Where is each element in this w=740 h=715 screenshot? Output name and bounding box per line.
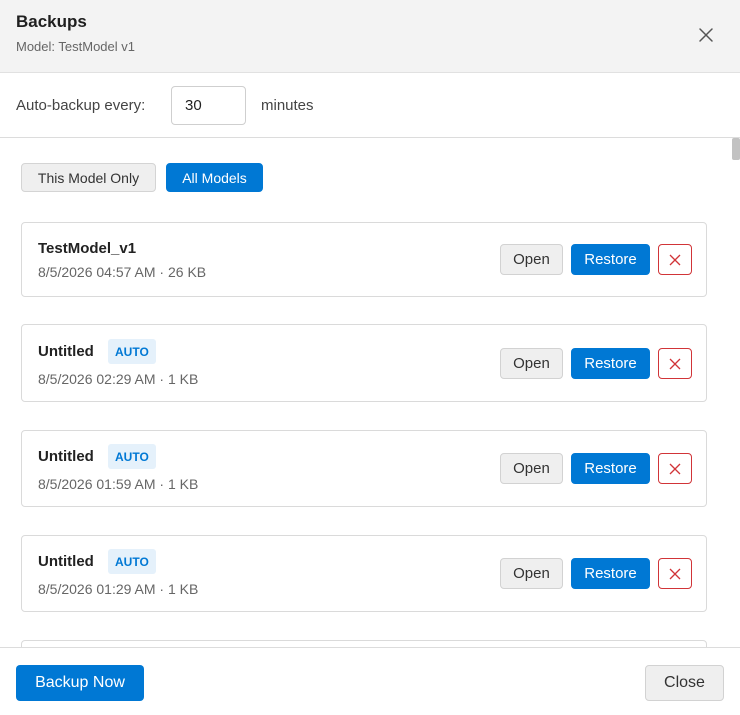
auto-badge: AUTO — [108, 444, 156, 469]
auto-backup-label: Auto-backup every: — [16, 97, 146, 114]
backup-card: Untitled AUTO 8/5/2026 01:29 AM · 1 KB O… — [21, 535, 707, 612]
open-button[interactable]: Open — [500, 348, 563, 379]
auto-backup-interval-input[interactable] — [171, 86, 246, 125]
open-button[interactable]: Open — [500, 558, 563, 589]
restore-button[interactable]: Restore — [571, 348, 650, 379]
delete-x-icon — [669, 463, 681, 474]
restore-button[interactable]: Restore — [571, 244, 650, 275]
delete-x-icon — [669, 254, 681, 265]
delete-button[interactable] — [658, 558, 692, 589]
backup-meta: 8/5/2026 04:57 AM · 26 KB — [38, 264, 207, 280]
backup-name: Untitled — [38, 553, 94, 570]
backup-card-partial — [21, 640, 707, 647]
delete-button[interactable] — [658, 453, 692, 484]
filter-this-model-button[interactable]: This Model Only — [21, 163, 156, 192]
backup-card: TestModel_v1 8/5/2026 04:57 AM · 26 KB O… — [21, 222, 707, 297]
backup-name: Untitled — [38, 448, 94, 465]
delete-button[interactable] — [658, 244, 692, 275]
restore-button[interactable]: Restore — [571, 453, 650, 484]
backup-name: TestModel_v1 — [38, 240, 137, 257]
delete-x-icon — [669, 568, 681, 579]
scrollbar-thumb[interactable] — [732, 138, 740, 160]
delete-x-icon — [669, 358, 681, 369]
dialog-header: Backups Model: TestModel v1 — [0, 0, 740, 73]
backup-card: Untitled AUTO 8/5/2026 01:59 AM · 1 KB O… — [21, 430, 707, 507]
close-icon[interactable] — [693, 22, 719, 48]
backup-meta: 8/5/2026 01:29 AM · 1 KB — [38, 581, 199, 597]
open-button[interactable]: Open — [500, 244, 563, 275]
auto-backup-unit: minutes — [261, 97, 314, 114]
close-button[interactable]: Close — [645, 665, 724, 701]
dialog-footer: Backup Now Close — [0, 647, 740, 715]
open-button[interactable]: Open — [500, 453, 563, 484]
restore-button[interactable]: Restore — [571, 558, 650, 589]
backup-card: Untitled AUTO 8/5/2026 02:29 AM · 1 KB O… — [21, 324, 707, 402]
delete-button[interactable] — [658, 348, 692, 379]
auto-badge: AUTO — [108, 339, 156, 364]
auto-backup-row: Auto-backup every: minutes — [0, 73, 740, 138]
backup-name: Untitled — [38, 343, 94, 360]
dialog-title: Backups — [16, 12, 87, 31]
backup-list-scroll-area[interactable]: This Model Only All Models TestModel_v1 … — [0, 138, 740, 647]
backup-now-button[interactable]: Backup Now — [16, 665, 144, 701]
backup-meta: 8/5/2026 01:59 AM · 1 KB — [38, 476, 199, 492]
dialog-subtitle: Model: TestModel v1 — [16, 39, 135, 54]
backups-dialog: Backups Model: TestModel v1 Auto-backup … — [0, 0, 740, 715]
auto-badge: AUTO — [108, 549, 156, 574]
filter-all-models-button[interactable]: All Models — [166, 163, 263, 192]
backup-meta: 8/5/2026 02:29 AM · 1 KB — [38, 371, 199, 387]
